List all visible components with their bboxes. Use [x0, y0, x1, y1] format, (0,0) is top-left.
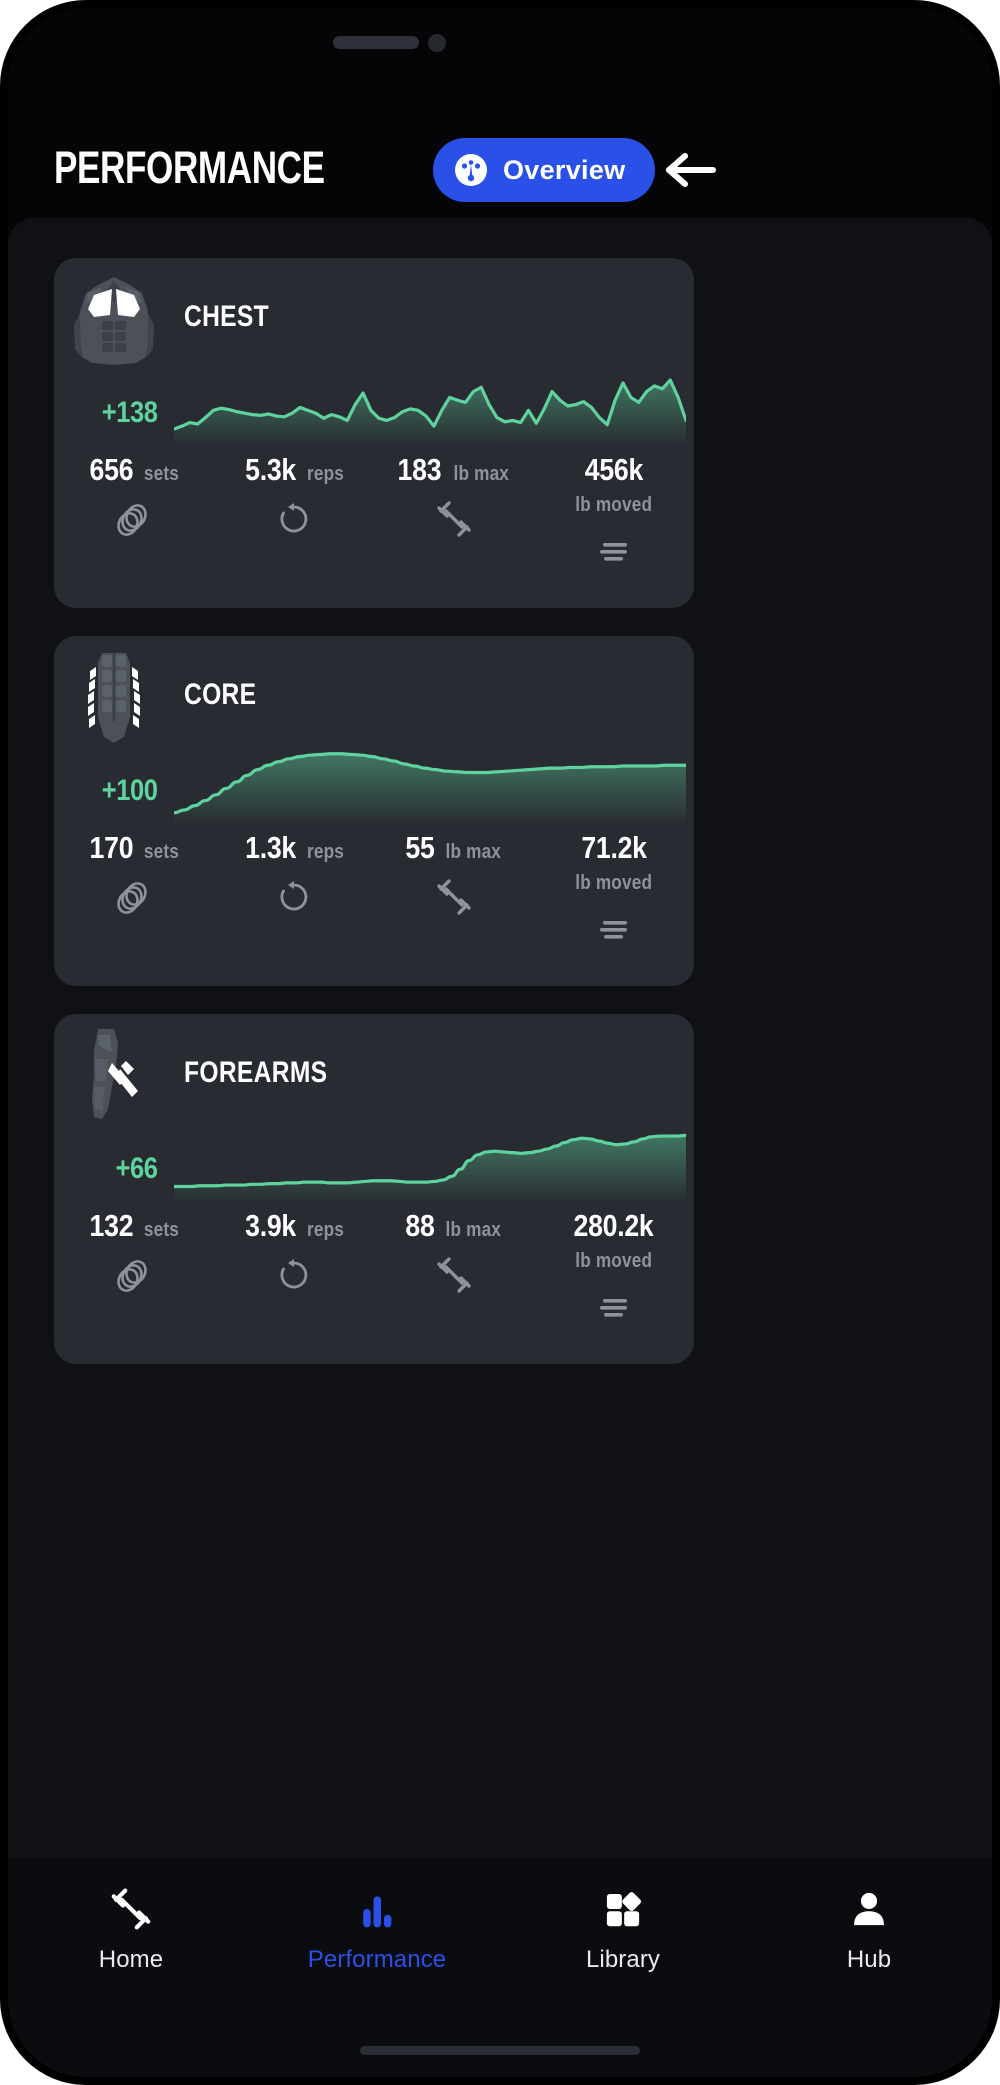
stat-value: 55: [405, 832, 434, 863]
stat-sets[interactable]: 132 sets: [54, 1210, 214, 1326]
volume-lines-icon: [534, 530, 694, 570]
grid-icon: [600, 1886, 646, 1932]
card-title: FOREARMS: [184, 1056, 327, 1090]
delta-value: +100: [64, 774, 158, 808]
barchart-icon: [354, 1886, 400, 1932]
stat-value: 88: [405, 1210, 434, 1241]
nav-tab-library[interactable]: Library: [500, 1858, 746, 1974]
card-header: CORE: [54, 636, 694, 754]
stat-label: lb moved: [576, 873, 653, 893]
refresh-icon: [214, 499, 374, 539]
muscle-card-core[interactable]: CORE +100: [54, 636, 694, 986]
muscle-card-forearms[interactable]: FOREARMS +66: [54, 1014, 694, 1364]
stat-lb-moved[interactable]: 456k lb moved: [534, 454, 694, 570]
refresh-icon: [214, 1255, 374, 1295]
phone-frame: PERFORMANCE Overview: [0, 0, 1000, 2085]
stat-value: 280.2k: [574, 1210, 654, 1241]
stat-label: reps: [307, 1220, 344, 1240]
stat-value: 183: [398, 454, 442, 485]
nav-tab-label: Library: [586, 1946, 660, 1974]
stat-label: lb moved: [576, 495, 653, 515]
stat-lb-moved[interactable]: 71.2k lb moved: [534, 832, 694, 948]
stat-label: lb max: [445, 1220, 501, 1240]
front-camera: [428, 34, 446, 52]
delta-value: +138: [64, 396, 158, 430]
app-screen: PERFORMANCE Overview: [8, 8, 992, 2077]
core-anatomy-icon: [68, 647, 160, 743]
stat-lb-max[interactable]: 183 lb max: [374, 454, 534, 570]
dumbbell-icon: [374, 499, 534, 539]
volume-lines-icon: [534, 908, 694, 948]
phone-bezel: PERFORMANCE Overview: [8, 8, 992, 2077]
stat-value: 456k: [585, 454, 643, 485]
sparkline-chart: [174, 744, 686, 822]
stat-label: reps: [307, 464, 344, 484]
stat-label: lb moved: [576, 1251, 653, 1271]
stat-sets[interactable]: 656 sets: [54, 454, 214, 570]
stat-sets[interactable]: 170 sets: [54, 832, 214, 948]
stat-label: sets: [144, 464, 179, 484]
nav-tab-label: Home: [99, 1946, 163, 1974]
plates-icon: [54, 877, 214, 917]
stats-row: 132 sets 3.9k: [54, 1210, 694, 1326]
page-title: PERFORMANCE: [54, 142, 325, 194]
stat-value: 170: [89, 832, 133, 863]
stat-value: 1.3k: [245, 832, 296, 863]
overview-button[interactable]: Overview: [433, 138, 655, 202]
home-indicator: [360, 2046, 640, 2055]
forearms-anatomy-icon: [68, 1025, 160, 1121]
stat-reps[interactable]: 5.3k reps: [214, 454, 374, 570]
arrow-left-icon: [663, 146, 719, 194]
stat-lb-max[interactable]: 55 lb max: [374, 832, 534, 948]
overview-button-label: Overview: [503, 155, 625, 186]
nav-tab-label: Performance: [308, 1946, 447, 1974]
stat-value: 132: [89, 1210, 133, 1241]
muscle-card-chest[interactable]: CHEST +138: [54, 258, 694, 608]
person-icon: [846, 1886, 892, 1932]
app-header: PERFORMANCE Overview: [8, 132, 992, 218]
plates-icon: [54, 499, 214, 539]
device-notch: [8, 8, 992, 94]
delta-value: +66: [64, 1152, 158, 1186]
speaker-grille: [333, 36, 419, 49]
plates-icon: [54, 1255, 214, 1295]
stat-label: sets: [144, 842, 179, 862]
card-header: FOREARMS: [54, 1014, 694, 1132]
gauge-icon: [453, 152, 489, 188]
chest-anatomy-icon: [68, 269, 160, 365]
nav-tab-label: Hub: [847, 1946, 891, 1974]
stat-value: 71.2k: [581, 832, 646, 863]
cards-scroll-area[interactable]: CHEST +138: [8, 218, 992, 1858]
stat-value: 5.3k: [245, 454, 296, 485]
dumbbell-icon: [374, 1255, 534, 1295]
back-button[interactable]: [663, 146, 719, 194]
dumbbell-icon: [108, 1886, 154, 1932]
bottom-navigation: Home Performance: [8, 1858, 992, 2077]
nav-tab-hub[interactable]: Hub: [746, 1858, 992, 1974]
stat-reps[interactable]: 1.3k reps: [214, 832, 374, 948]
stat-lb-moved[interactable]: 280.2k lb moved: [534, 1210, 694, 1326]
volume-lines-icon: [534, 1286, 694, 1326]
sparkline-chart: [174, 366, 686, 444]
stat-lb-max[interactable]: 88 lb max: [374, 1210, 534, 1326]
nav-tab-home[interactable]: Home: [8, 1858, 254, 1974]
card-title: CHEST: [184, 300, 269, 334]
stats-row: 656 sets 5.3k: [54, 454, 694, 570]
stat-label: reps: [307, 842, 344, 862]
nav-tab-performance[interactable]: Performance: [254, 1858, 500, 1974]
refresh-icon: [214, 877, 374, 917]
dumbbell-icon: [374, 877, 534, 917]
stat-value: 656: [89, 454, 133, 485]
stat-value: 3.9k: [245, 1210, 296, 1241]
card-header: CHEST: [54, 258, 694, 376]
stat-reps[interactable]: 3.9k reps: [214, 1210, 374, 1326]
stats-row: 170 sets 1.3k: [54, 832, 694, 948]
stat-label: lb max: [445, 842, 501, 862]
stat-label: lb max: [454, 464, 510, 484]
stat-label: sets: [144, 1220, 179, 1240]
card-title: CORE: [184, 678, 256, 712]
sparkline-chart: [174, 1122, 686, 1200]
